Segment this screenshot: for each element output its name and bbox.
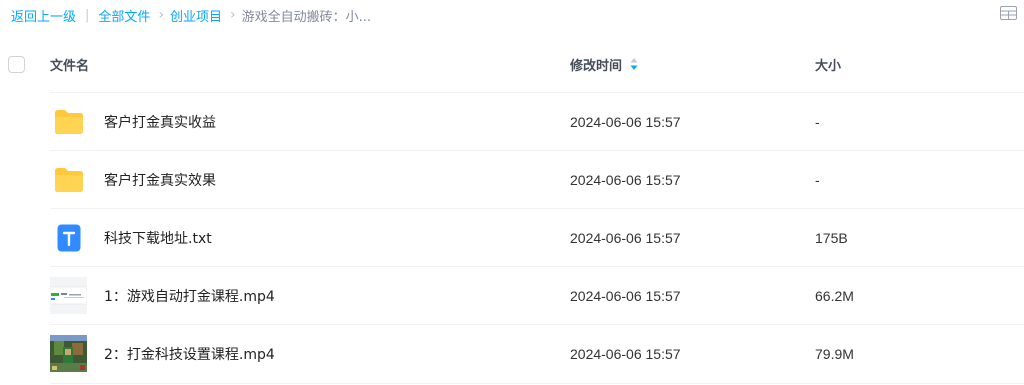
file-time: 2024-06-06 15:57 [570,229,681,246]
file-name[interactable]: 客户打金真实效果 [104,170,216,190]
file-size: 79.9M [815,345,854,362]
folder-icon [50,103,87,140]
file-size: 66.2M [815,287,854,304]
column-name[interactable]: 文件名 [50,55,89,74]
file-time: 2024-06-06 15:57 [570,345,681,362]
file-time: 2024-06-06 15:57 [570,113,681,130]
table-row[interactable]: 2：打金科技设置课程.mp4 2024-06-06 15:57 79.9M [50,324,1024,382]
chevron-right-icon: › [158,7,165,23]
breadcrumb-all-files[interactable]: 全部文件 [98,6,150,25]
file-size: - [815,171,820,188]
file-time: 2024-06-06 15:57 [570,287,681,304]
table-row[interactable]: 科技下载地址.txt 2024-06-06 15:57 175B [50,208,1024,266]
breadcrumb-project[interactable]: 创业项目 [170,6,222,25]
text-file-icon [50,219,87,256]
table-header: 文件名 修改时间 大小 [0,40,1024,88]
breadcrumb: 返回上一级 | 全部文件 › 创业项目 › 游戏全自动搬砖：小... [0,0,1024,30]
video-thumbnail-icon [50,335,87,372]
table-row[interactable]: 客户打金真实收益 2024-06-06 15:57 - [50,92,1024,150]
column-time-label: 修改时间 [570,58,623,74]
sort-icon[interactable] [630,57,638,71]
select-all-checkbox[interactable] [8,55,25,73]
column-size[interactable]: 大小 [815,55,841,74]
grid-view-icon[interactable] [1000,6,1017,20]
breadcrumb-separator: | [85,7,90,23]
chevron-right-icon: › [230,7,236,23]
row-divider [50,383,1024,384]
video-thumbnail-icon [50,277,87,314]
file-size: 175B [815,229,848,246]
table-row[interactable]: 客户打金真实效果 2024-06-06 15:57 - [50,150,1024,208]
file-name[interactable]: 客户打金真实收益 [104,112,216,132]
back-link[interactable]: 返回上一级 [11,6,76,25]
folder-icon [50,161,87,198]
file-time: 2024-06-06 15:57 [570,171,681,188]
table-row[interactable]: 1：游戏自动打金课程.mp4 2024-06-06 15:57 66.2M [50,266,1024,324]
file-size: - [815,113,820,130]
file-name[interactable]: 科技下载地址.txt [104,228,212,248]
column-time[interactable]: 修改时间 [570,55,638,74]
breadcrumb-current: 游戏全自动搬砖：小... [241,9,372,25]
file-name[interactable]: 1：游戏自动打金课程.mp4 [104,286,275,306]
file-name[interactable]: 2：打金科技设置课程.mp4 [104,344,275,364]
